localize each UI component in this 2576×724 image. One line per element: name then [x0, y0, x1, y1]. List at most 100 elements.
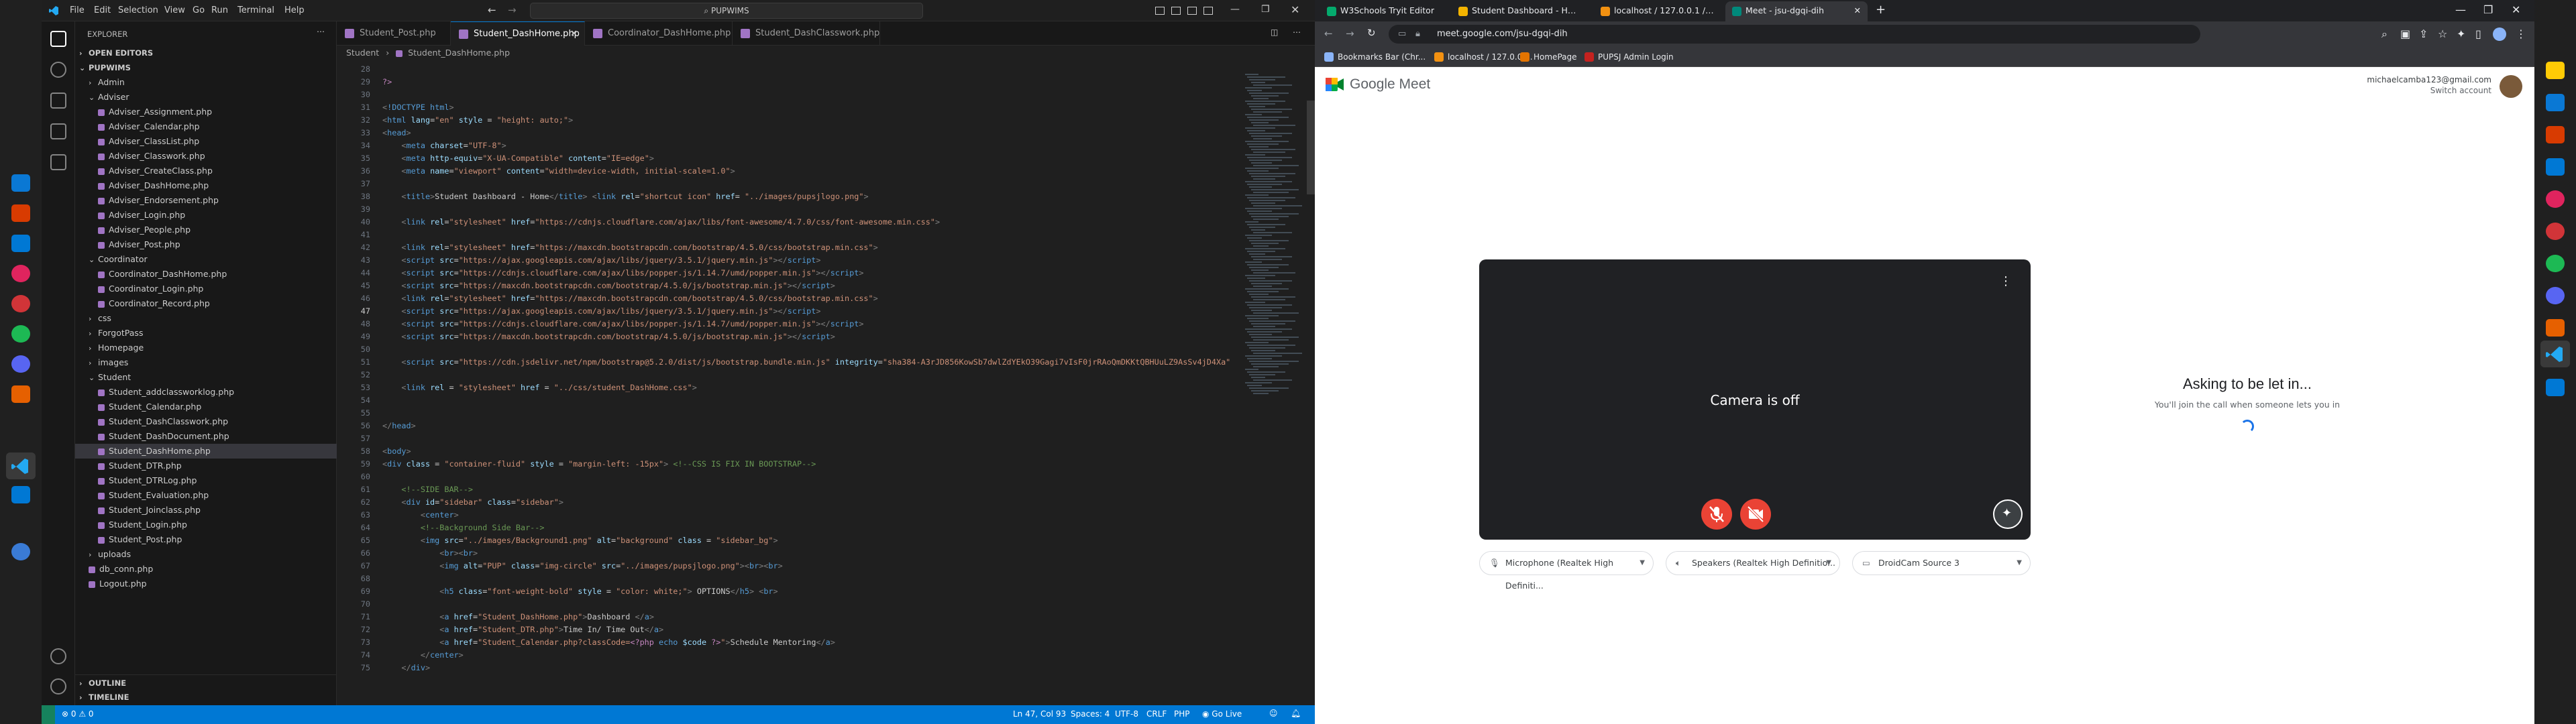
explorer-icon[interactable]: [50, 31, 66, 47]
close-tab-icon[interactable]: ✕: [1854, 1, 1861, 20]
folder-item[interactable]: › Homepage: [89, 341, 144, 355]
camera-indicator-icon[interactable]: ▭: [1398, 25, 1406, 44]
feedback-icon[interactable]: ☺: [1269, 709, 1278, 718]
source-control-icon[interactable]: [50, 93, 66, 109]
layout-sidebar-icon[interactable]: [1187, 7, 1197, 15]
close-icon[interactable]: ✕: [1291, 3, 1299, 16]
breadcrumb-file[interactable]: Student_DashHome.php: [408, 48, 510, 58]
file-item[interactable]: Coordinator_DashHome.php: [98, 267, 227, 282]
lock-icon[interactable]: 🔒︎: [1415, 25, 1420, 44]
file-item[interactable]: Coordinator_Login.php: [98, 282, 203, 296]
open-editors-section[interactable]: › OPEN EDITORS: [79, 46, 153, 60]
file-item[interactable]: Coordinator_Record.php: [98, 296, 210, 311]
search-icon[interactable]: [50, 62, 66, 78]
file-item[interactable]: Adviser_Classwork.php: [98, 149, 205, 164]
run-debug-icon[interactable]: [50, 123, 66, 139]
file-item[interactable]: Student_DTRLog.php: [98, 473, 197, 488]
more-actions-icon[interactable]: ⋯: [317, 27, 325, 36]
bookmark-item[interactable]: Bookmarks Bar (Chr...: [1323, 50, 1426, 64]
folder-item[interactable]: › css: [89, 311, 111, 326]
file-item[interactable]: Adviser_CreateClass.php: [98, 164, 213, 178]
code-editor[interactable]: 28 29 ?> 30 31 <!DOCTYPE html> 32 <html lang="e…: [337, 60, 1315, 705]
opera-icon[interactable]: [2546, 190, 2565, 208]
office-icon[interactable]: [11, 204, 30, 222]
file-item[interactable]: Student_DashClasswork.php: [98, 414, 228, 429]
reload-icon[interactable]: ↻: [1367, 27, 1376, 39]
app-icon[interactable]: [11, 486, 30, 503]
forward-arrow-icon[interactable]: →: [508, 4, 517, 16]
file-item[interactable]: Adviser_Calendar.php: [98, 119, 200, 134]
chrome-tab-w3schools[interactable]: W3Schools Tryit Editor: [1320, 1, 1452, 21]
sidepanel-icon[interactable]: ▯: [2475, 27, 2481, 40]
workspace-root[interactable]: ⌄ PUPWIMS: [79, 60, 131, 75]
folder-item[interactable]: › images: [89, 355, 128, 370]
menu-help[interactable]: Help: [284, 5, 305, 15]
app-icon[interactable]: [2546, 379, 2565, 396]
remote-indicator[interactable]: [42, 705, 55, 724]
menu-terminal[interactable]: Terminal: [237, 5, 274, 15]
file-item[interactable]: Adviser_Assignment.php: [98, 105, 212, 119]
file-item[interactable]: Adviser_Endorsement.php: [98, 193, 219, 208]
discord-icon[interactable]: [11, 355, 30, 373]
discord-icon[interactable]: [2546, 287, 2565, 304]
forward-arrow-icon[interactable]: →: [1346, 27, 1354, 40]
file-item[interactable]: Student_Joinclass.php: [98, 503, 201, 518]
file-item[interactable]: Adviser_DashHome.php: [98, 178, 209, 193]
account-icon[interactable]: [50, 648, 66, 664]
close-tab-icon[interactable]: ✕: [570, 22, 578, 46]
file-item[interactable]: Logout.php: [89, 577, 147, 591]
address-bar[interactable]: ▭ 🔒︎ meet.google.com/jsu-dgqi-dih: [1389, 25, 2200, 44]
manage-gear-icon[interactable]: [50, 678, 66, 695]
menu-file[interactable]: File: [70, 5, 85, 15]
chrome-tab-student-dashboard[interactable]: Student Dashboard - Home: [1452, 1, 1594, 21]
bookmark-star-icon[interactable]: ☆: [2438, 27, 2447, 40]
extensions-puzzle-icon[interactable]: ✦: [2457, 27, 2465, 40]
language-mode[interactable]: PHP: [1174, 709, 1190, 719]
share-icon[interactable]: ⇪: [2419, 27, 2428, 40]
folder-item[interactable]: ⌄ Coordinator: [89, 252, 148, 267]
chrome-tab-meet[interactable]: Meet - jsu-dgqi-dih ✕: [1725, 1, 1868, 21]
bookmark-item[interactable]: HomePage: [1519, 50, 1577, 64]
menu-selection[interactable]: Selection: [118, 5, 158, 15]
file-item[interactable]: Student_DashHome.php: [75, 444, 337, 459]
breadcrumb-folder[interactable]: Student: [346, 48, 379, 58]
more-actions-icon[interactable]: ⋯: [1293, 27, 1301, 37]
app-icon[interactable]: [11, 295, 30, 312]
notifications-bell-icon[interactable]: 🔔︎: [1291, 709, 1301, 718]
encoding[interactable]: UTF-8: [1115, 709, 1138, 719]
file-item[interactable]: Student_DashDocument.php: [98, 429, 229, 444]
file-item[interactable]: Adviser_People.php: [98, 223, 191, 237]
minimize-icon[interactable]: —: [1230, 4, 1240, 15]
timeline-section[interactable]: › TIMELINE: [79, 690, 129, 705]
menu-view[interactable]: View: [164, 5, 185, 15]
file-item[interactable]: Student_DTR.php: [98, 459, 182, 473]
folder-item[interactable]: › ForgotPass: [89, 326, 143, 341]
new-tab-icon[interactable]: +: [1876, 3, 1886, 17]
tab-student-post[interactable]: Student_Post.php: [337, 21, 451, 46]
folder-item[interactable]: › Admin: [89, 75, 125, 90]
split-editor-icon[interactable]: ◫: [1271, 27, 1278, 37]
office-icon[interactable]: [2546, 126, 2565, 143]
camera-off-button[interactable]: [1740, 499, 1771, 530]
minimap[interactable]: [1242, 60, 1307, 705]
spotify-icon[interactable]: [2546, 255, 2565, 272]
extensions-icon[interactable]: [50, 154, 66, 170]
app-icon[interactable]: [11, 385, 30, 403]
mail-icon[interactable]: [11, 174, 30, 192]
folder-item[interactable]: ⌄ Adviser: [89, 90, 129, 105]
file-item[interactable]: Student_Login.php: [98, 518, 187, 532]
camera-in-use-icon[interactable]: ▣: [2400, 27, 2410, 40]
outlook-icon[interactable]: [11, 235, 30, 252]
menu-run[interactable]: Run: [211, 5, 228, 15]
menu-edit[interactable]: Edit: [94, 5, 111, 15]
file-item[interactable]: Student_Calendar.php: [98, 400, 201, 414]
problems-indicator[interactable]: ⊗ 0 ⚠ 0: [62, 709, 94, 719]
layout-panel-icon[interactable]: [1171, 7, 1181, 15]
vscode-taskbar-icon[interactable]: [6, 452, 36, 479]
file-item[interactable]: Adviser_Login.php: [98, 208, 185, 223]
bookmark-item[interactable]: localhost / 127.0.0....: [1433, 50, 1533, 64]
back-arrow-icon[interactable]: ←: [488, 4, 496, 16]
go-live-button[interactable]: ◉ Go Live: [1202, 709, 1242, 719]
back-arrow-icon[interactable]: ←: [1324, 27, 1333, 40]
switch-account-link[interactable]: Switch account: [2430, 86, 2491, 95]
